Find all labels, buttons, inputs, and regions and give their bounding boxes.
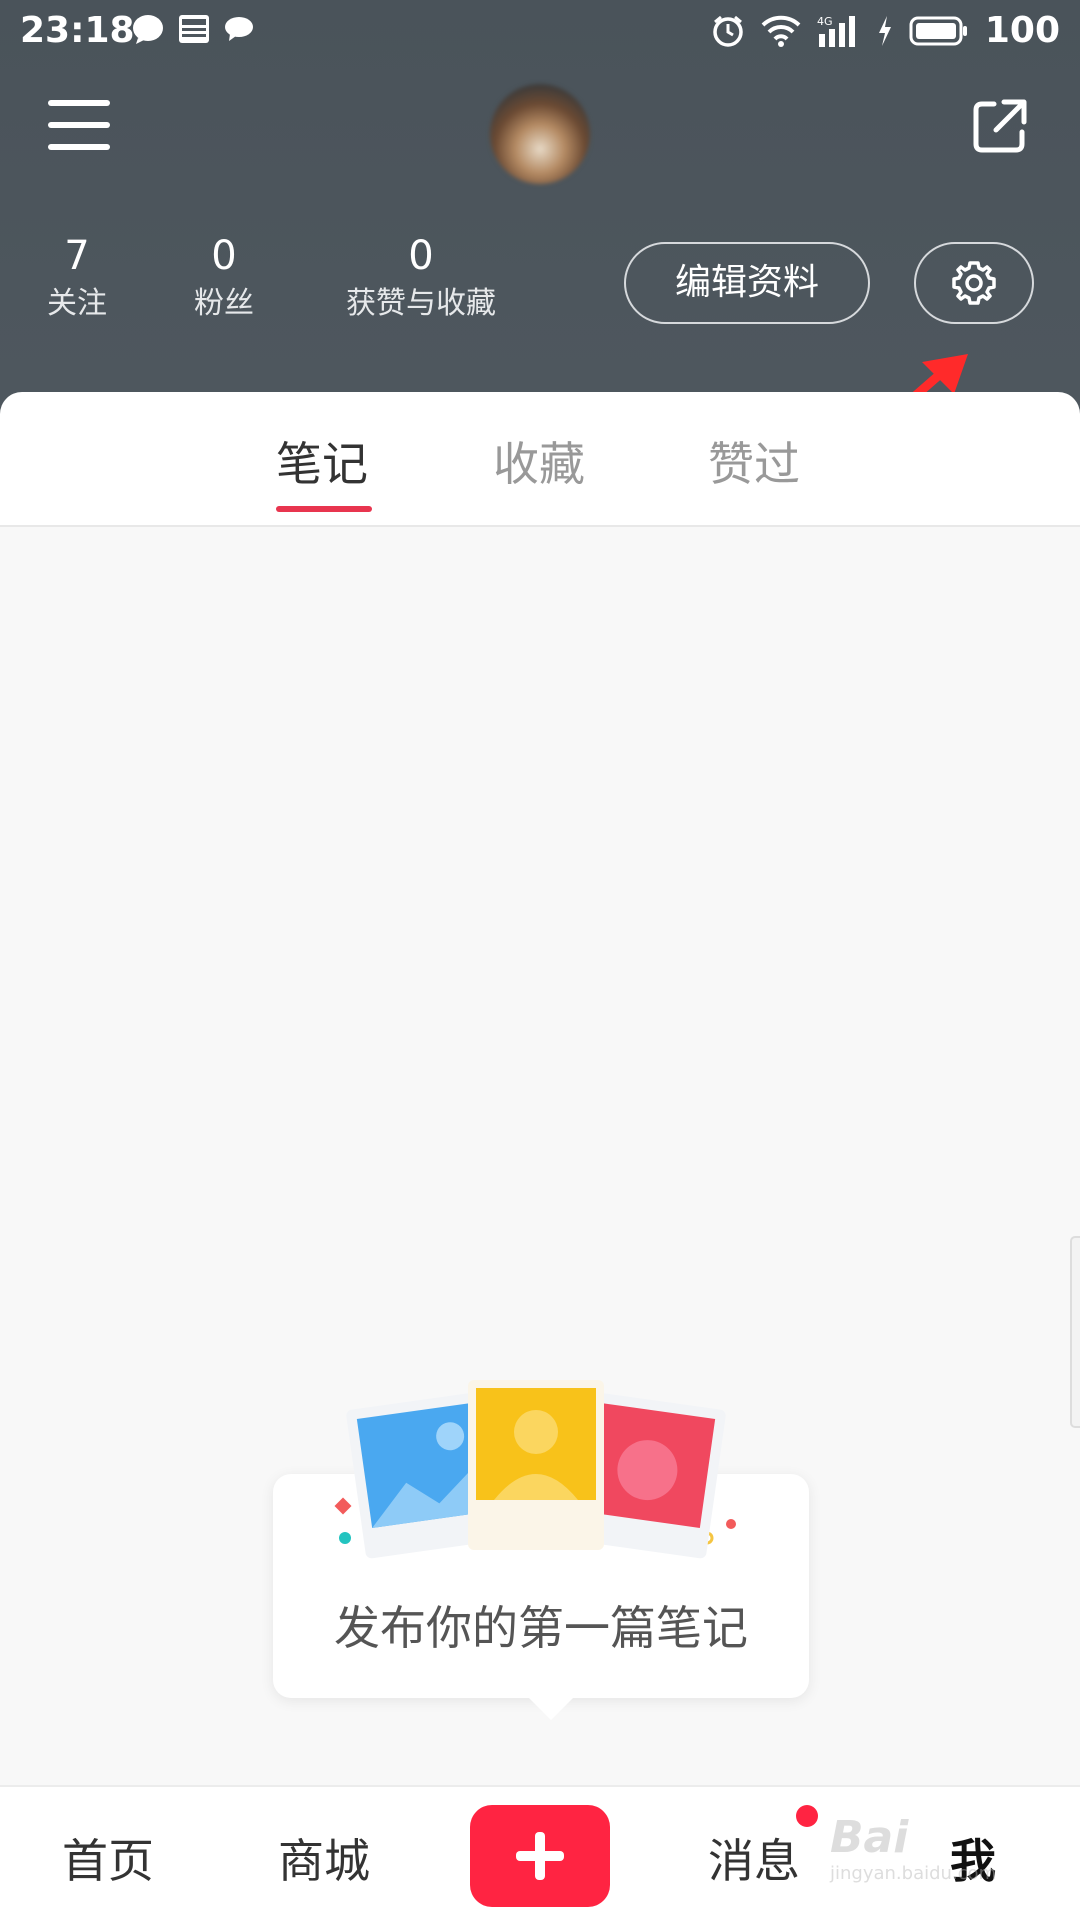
status-indicators: 4G 100	[711, 10, 1060, 51]
share-icon[interactable]	[968, 96, 1030, 158]
stat-following[interactable]: 7 关注	[44, 230, 110, 326]
photos-illustration-icon	[346, 1380, 726, 1559]
status-time: 23:18	[20, 10, 135, 51]
nav-home[interactable]: 首页	[62, 1825, 154, 1891]
notification-icons	[132, 14, 254, 44]
scroll-handle[interactable]	[1070, 1236, 1080, 1428]
message-icon	[225, 17, 253, 41]
stat-label: 关注	[47, 286, 107, 321]
battery-level: 100	[984, 10, 1060, 51]
charging-icon	[878, 15, 891, 46]
profile-stats: 7 关注 0 粉丝 0 获赞与收藏	[0, 230, 600, 340]
battery-icon	[909, 16, 967, 45]
tab-liked[interactable]: 赞过	[708, 428, 800, 494]
gear-icon	[952, 261, 996, 305]
chat-bubble-icon	[133, 15, 163, 44]
news-icon	[179, 15, 209, 43]
active-tab-indicator	[276, 506, 372, 512]
empty-state-text: 发布你的第一篇笔记	[334, 1601, 748, 1655]
stat-value: 0	[408, 233, 434, 279]
status-bar: 23:18 4G 100	[0, 0, 1080, 62]
edit-profile-button[interactable]: 编辑资料	[624, 242, 870, 324]
signal-4g-icon: 4G	[817, 15, 855, 47]
hamburger-menu-icon[interactable]	[48, 100, 110, 152]
tab-collections[interactable]: 收藏	[493, 428, 585, 494]
nav-mall[interactable]: 商城	[278, 1825, 370, 1891]
stat-value: 0	[211, 233, 237, 279]
tab-notes[interactable]: 笔记	[276, 428, 368, 494]
content-tabs: 笔记 收藏 赞过	[0, 392, 1080, 527]
wifi-icon	[761, 15, 801, 47]
stat-likes-collections[interactable]: 0 获赞与收藏	[338, 230, 504, 326]
svg-text:4G: 4G	[817, 15, 833, 28]
stat-value: 7	[64, 233, 90, 279]
add-note-button[interactable]	[470, 1805, 610, 1907]
plus-icon	[516, 1832, 564, 1880]
watermark-sub: jingyan.baidu.com	[830, 1863, 997, 1884]
unread-badge	[796, 1805, 818, 1827]
stat-label: 粉丝	[194, 286, 254, 321]
avatar[interactable]	[490, 84, 590, 184]
watermark-brand: Bai	[830, 1812, 909, 1863]
top-bar	[0, 62, 1080, 192]
nav-messages[interactable]: 消息	[708, 1825, 800, 1891]
stat-label: 获赞与收藏	[346, 286, 496, 321]
settings-button[interactable]	[914, 242, 1034, 324]
stat-followers[interactable]: 0 粉丝	[190, 230, 258, 326]
alarm-icon	[713, 15, 743, 47]
watermark: Bai jingyan.baidu.com	[830, 1812, 1060, 1912]
